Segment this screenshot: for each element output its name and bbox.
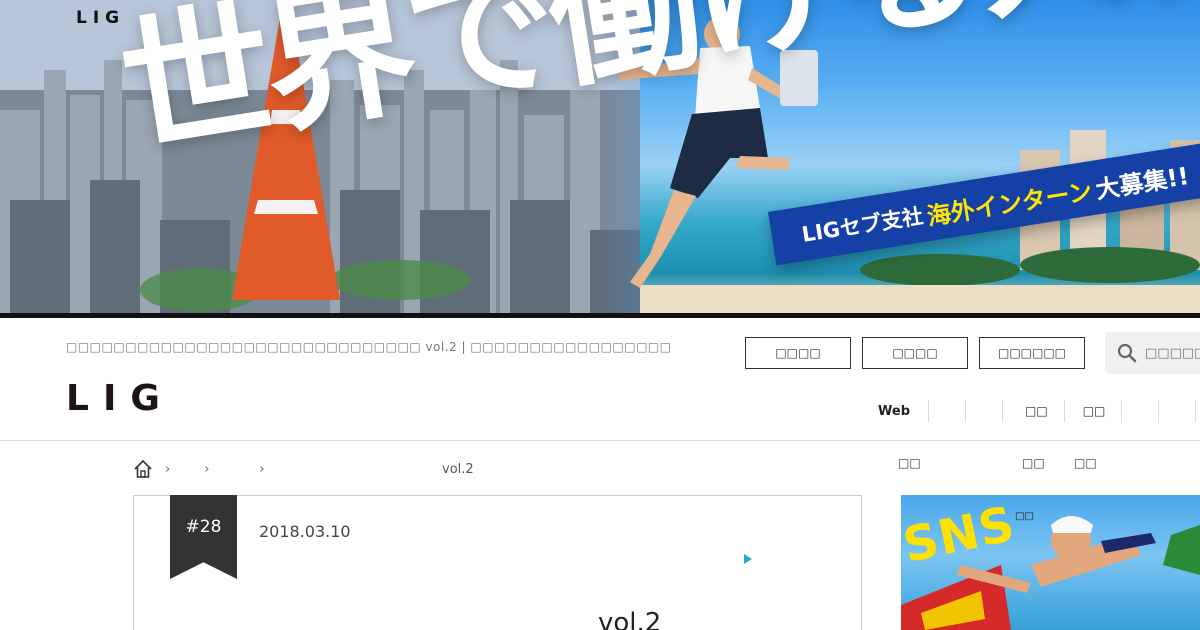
ribbon-company: LIGセブ支社 xyxy=(800,203,925,247)
article-title: vol.2 xyxy=(598,608,662,630)
swimmer-illustration xyxy=(901,516,1200,630)
search-icon xyxy=(1117,343,1137,363)
sidebar-tab-3[interactable]: □□ xyxy=(1074,456,1097,470)
nav-item-8[interactable]: LI xyxy=(1196,400,1200,422)
sidebar-ad-banner[interactable]: SNS □□ xyxy=(901,495,1200,630)
nav-item-2[interactable] xyxy=(929,400,965,422)
nav-item-7[interactable] xyxy=(1159,400,1195,422)
article-date: 2018.03.10 xyxy=(259,522,351,541)
home-icon[interactable] xyxy=(133,459,153,479)
breadcrumb-chevron-icon: › xyxy=(165,461,171,477)
search-box[interactable] xyxy=(1105,332,1200,374)
nav-item-web[interactable]: Web xyxy=(860,400,928,422)
site-header: □□□□□□□□□□□□□□□□□□□□□□□□□□□□□□ vol.2 | □… xyxy=(0,318,1200,441)
breadcrumb: › › › xyxy=(133,459,265,479)
sidebar-tabs: □□ □□ □□ xyxy=(898,456,1098,472)
header-button-3[interactable]: □□□□□□ xyxy=(979,337,1085,369)
breadcrumb-chevron-icon: › xyxy=(204,461,210,477)
hero-banner[interactable]: LIG 世界で働ける人材へ LIGセブ支社 海外インターン 大募集!! xyxy=(0,0,1200,318)
nav-item-3[interactable] xyxy=(966,400,1002,422)
ribbon-call: 大募集!! xyxy=(1093,161,1191,204)
sidebar-tab-2[interactable]: □□ xyxy=(1022,456,1045,470)
site-description: □□□□□□□□□□□□□□□□□□□□□□□□□□□□□□ vol.2 | □… xyxy=(66,340,672,354)
play-icon[interactable] xyxy=(744,554,752,564)
nav-item-5[interactable]: □□ xyxy=(1065,400,1122,422)
breadcrumb-current: vol.2 xyxy=(442,462,474,477)
header-button-2[interactable]: □□□□ xyxy=(862,337,968,369)
sidebar-tab-1[interactable]: □□ xyxy=(898,456,921,470)
nav-item-4[interactable]: □□ xyxy=(1003,400,1064,422)
issue-tag: #28 xyxy=(170,495,237,579)
search-input[interactable] xyxy=(1145,345,1200,361)
global-nav: Web □□ □□ LI xyxy=(860,400,1200,422)
site-logo[interactable]: LIG xyxy=(66,378,174,419)
header-button-1[interactable]: □□□□ xyxy=(745,337,851,369)
nav-item-6[interactable] xyxy=(1122,400,1158,422)
article-card: #28 2018.03.10 vol.2 xyxy=(133,495,862,630)
breadcrumb-chevron-icon: › xyxy=(259,461,265,477)
